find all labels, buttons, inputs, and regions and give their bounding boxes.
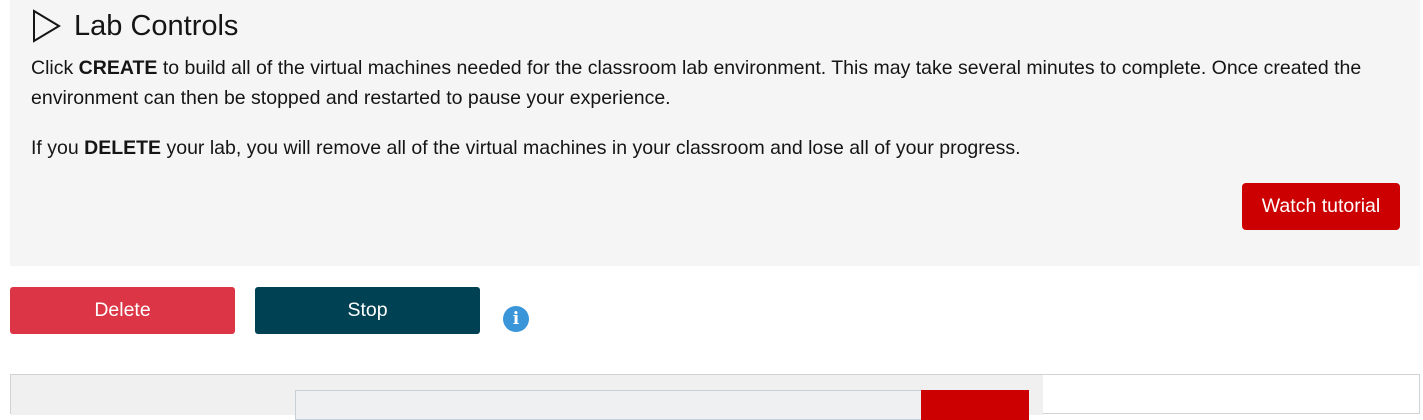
lab-status-container — [10, 374, 1420, 420]
create-keyword: CREATE — [78, 57, 158, 79]
delete-keyword: DELETE — [84, 137, 162, 159]
stop-button[interactable]: Stop — [255, 287, 480, 334]
info-icon[interactable]: i — [503, 306, 529, 332]
panel-title: Lab Controls — [74, 10, 239, 42]
create-text-after: to build all of the virtual machines nee… — [31, 57, 1362, 109]
status-action-button[interactable] — [921, 390, 1029, 420]
lab-controls-panel: Lab Controls Click CREATE to build all o… — [10, 0, 1420, 266]
delete-text-after: your lab, you will remove all of the vir… — [161, 137, 1021, 159]
panel-header: Lab Controls — [32, 8, 238, 44]
status-field — [295, 390, 925, 420]
watch-tutorial-button[interactable]: Watch tutorial — [1242, 183, 1400, 230]
create-text-before: Click — [31, 57, 79, 79]
delete-button[interactable]: Delete — [10, 287, 235, 334]
create-instructions: Click CREATE to build all of the virtual… — [31, 53, 1401, 113]
delete-warning: If you DELETE your lab, you will remove … — [31, 133, 1401, 163]
play-outline-icon — [32, 8, 62, 44]
delete-text-before: If you — [31, 137, 85, 159]
